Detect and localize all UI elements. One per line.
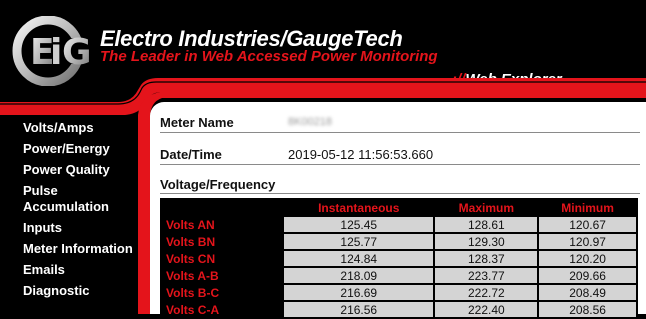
cell-minimum: 120.20	[539, 251, 636, 266]
main-panel: Meter Name 8K00218 Date/Time 2019-05-12 …	[150, 102, 646, 319]
meter-name-row: Meter Name 8K00218	[160, 112, 640, 133]
cell-instantaneous: 124.84	[284, 251, 434, 266]
row-label: Volts CN	[162, 251, 282, 266]
section-divider	[160, 193, 640, 194]
row-label: Volts BN	[162, 234, 282, 249]
product-prefix: ://	[452, 71, 466, 88]
voltage-frequency-table: Instantaneous Maximum Minimum Volts AN 1…	[160, 198, 638, 319]
table-row: Volts BN 125.77 129.30 120.97	[162, 234, 636, 249]
product-name: Web Explorer	[465, 71, 562, 88]
cell-minimum: 209.66	[539, 268, 636, 283]
meter-name-label: Meter Name	[160, 115, 234, 130]
cell-maximum: 129.30	[435, 234, 538, 249]
row-label: Volts AN	[162, 217, 282, 232]
column-header-minimum: Minimum	[539, 200, 636, 215]
sidebar-item-volts-amps[interactable]: Volts/Amps	[23, 120, 135, 136]
product-logo: ://Web Explorer	[452, 71, 562, 89]
row-label: Volts C-A	[162, 302, 282, 317]
sidebar-item-diagnostic[interactable]: Diagnostic	[23, 283, 135, 299]
sidebar-item-inputs[interactable]: Inputs	[23, 220, 135, 236]
eig-logo: E i G	[12, 16, 92, 86]
cell-minimum: 208.49	[539, 285, 636, 300]
header: E i G Electro Industries/GaugeTech The L…	[0, 0, 646, 92]
cell-instantaneous: 216.56	[284, 302, 434, 317]
cell-minimum: 120.97	[539, 234, 636, 249]
row-label: Volts A-B	[162, 268, 282, 283]
table-header-row: Instantaneous Maximum Minimum	[162, 200, 636, 215]
cell-maximum: 128.61	[435, 217, 538, 232]
svg-text:G: G	[62, 32, 92, 73]
table-row: Volts C-A 216.56 222.40 208.56	[162, 302, 636, 317]
svg-text:i: i	[50, 32, 62, 73]
cell-instantaneous: 218.09	[284, 268, 434, 283]
table-row: Volts B-C 216.69 222.72 208.49	[162, 285, 636, 300]
column-header-maximum: Maximum	[435, 200, 538, 215]
sidebar-item-emails[interactable]: Emails	[23, 262, 135, 278]
sidebar-item-pulse-accumulation[interactable]: Pulse Accumulation	[23, 183, 135, 215]
cell-minimum: 120.67	[539, 217, 636, 232]
datetime-value: 2019-05-12 11:56:53.660	[288, 147, 434, 162]
cell-instantaneous: 216.69	[284, 285, 434, 300]
brand-tagline: The Leader in Web Accessed Power Monitor…	[100, 48, 438, 65]
sidebar-item-power-energy[interactable]: Power/Energy	[23, 141, 135, 157]
cell-minimum: 208.56	[539, 302, 636, 317]
table-corner	[162, 200, 282, 215]
table-row: Volts A-B 218.09 223.77 209.66	[162, 268, 636, 283]
meter-name-value: 8K00218	[288, 116, 333, 128]
cell-instantaneous: 125.45	[284, 217, 434, 232]
row-label: Volts B-C	[162, 285, 282, 300]
table-row: Volts CN 124.84 128.37 120.20	[162, 251, 636, 266]
cell-instantaneous: 125.77	[284, 234, 434, 249]
datetime-row: Date/Time 2019-05-12 11:56:53.660	[160, 142, 640, 165]
sidebar-nav: Volts/Amps Power/Energy Power Quality Pu…	[23, 120, 135, 304]
cell-maximum: 128.37	[435, 251, 538, 266]
cell-maximum: 222.40	[435, 302, 538, 317]
sidebar-item-power-quality[interactable]: Power Quality	[23, 162, 135, 178]
cell-maximum: 222.72	[435, 285, 538, 300]
section-title: Voltage/Frequency	[160, 177, 276, 192]
column-header-instantaneous: Instantaneous	[284, 200, 434, 215]
table-row: Volts AN 125.45 128.61 120.67	[162, 217, 636, 232]
cell-maximum: 223.77	[435, 268, 538, 283]
datetime-label: Date/Time	[160, 147, 222, 162]
sidebar-item-meter-information[interactable]: Meter Information	[23, 241, 135, 257]
